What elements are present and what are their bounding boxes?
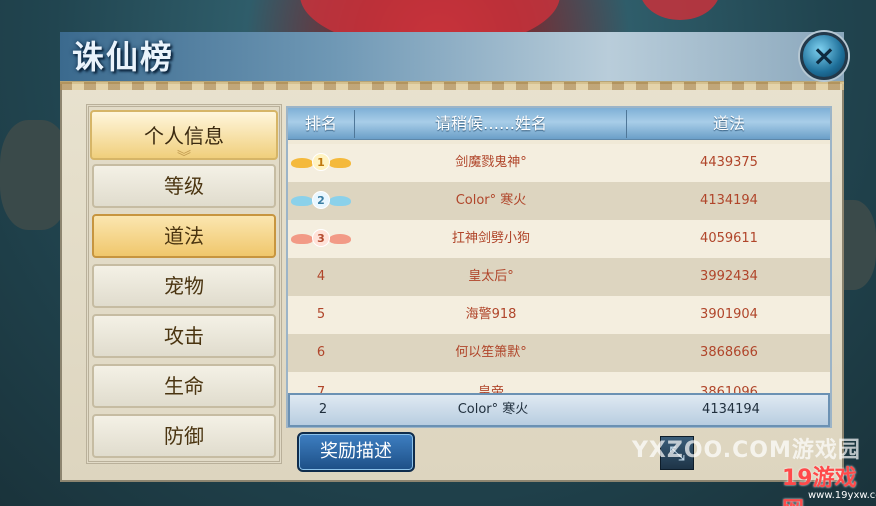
close-icon: × xyxy=(812,39,836,72)
rank-number: 7 xyxy=(316,385,326,393)
table-row[interactable]: 7 皇帝 3861096 xyxy=(288,372,830,393)
daofa-value: 3861096 xyxy=(700,385,758,393)
menu-item-attack[interactable]: 攻击 xyxy=(92,314,276,358)
daofa-value: 3868666 xyxy=(700,345,758,360)
background-tree xyxy=(640,0,720,20)
my-rank: 2 xyxy=(318,402,328,417)
menu-item-defense[interactable]: 防御 xyxy=(92,414,276,458)
player-name: 海警918 xyxy=(465,307,517,322)
column-header-daofa: 道法 xyxy=(712,114,745,133)
menu-item-pet[interactable]: 宠物 xyxy=(92,264,276,308)
rank-number: 5 xyxy=(316,307,326,322)
menu-item-daofa[interactable]: 道法 xyxy=(92,214,276,258)
my-ranking-row: 2 Color° 寒火 4134194 xyxy=(288,393,830,427)
player-name: 何以笙箫默° xyxy=(455,345,527,360)
daofa-value: 3992434 xyxy=(700,269,758,284)
table-row[interactable]: 4 皇太后° 3992434 xyxy=(288,258,830,296)
daofa-value: 4134194 xyxy=(700,193,758,208)
daofa-value: 4439375 xyxy=(700,155,758,170)
panel-title: 诛仙榜 xyxy=(72,38,175,76)
table-row[interactable]: 5 海警918 3901904 xyxy=(288,296,830,334)
player-name: 剑魔戮鬼神° xyxy=(455,155,527,170)
table-row[interactable]: 2 Color° 寒火 4134194 xyxy=(288,182,830,220)
close-button[interactable]: × xyxy=(800,32,848,80)
daofa-value: 3901904 xyxy=(700,307,758,322)
column-divider xyxy=(354,110,355,138)
panel-header xyxy=(60,32,844,84)
daofa-value: 4059611 xyxy=(700,231,758,246)
table-row[interactable]: 3 扛神剑劈小狗 4059611 xyxy=(288,220,830,258)
table-row[interactable]: 1 剑魔戮鬼神° 4439375 xyxy=(288,144,830,182)
column-divider xyxy=(626,110,627,138)
my-name: Color° 寒火 xyxy=(457,402,529,417)
table-row[interactable]: 6 何以笙箫默° 3868666 xyxy=(288,334,830,372)
column-header-rank: 排名 xyxy=(304,114,337,133)
my-daofa-value: 4134194 xyxy=(702,402,760,417)
header-ornament xyxy=(60,82,844,90)
rank-number: 4 xyxy=(316,269,326,284)
player-name: 扛神剑劈小狗 xyxy=(451,231,530,246)
menu-item-hp[interactable]: 生命 xyxy=(92,364,276,408)
column-header-name: 请稍候……姓名 xyxy=(434,114,547,133)
gold-medal-icon: 1 xyxy=(291,152,351,174)
player-name: 皇太后° xyxy=(468,269,514,284)
rank-number: 6 xyxy=(316,345,326,360)
watermark-url: www.19yxw.com xyxy=(808,490,876,501)
silver-medal-icon: 2 xyxy=(291,190,351,212)
reward-description-button[interactable]: 奖励描述 xyxy=(297,432,415,472)
menu-item-level[interactable]: 等级 xyxy=(92,164,276,208)
bronze-medal-icon: 3 xyxy=(291,228,351,250)
player-name: Color° 寒火 xyxy=(455,193,527,208)
player-name: 皇帝 xyxy=(477,385,504,393)
